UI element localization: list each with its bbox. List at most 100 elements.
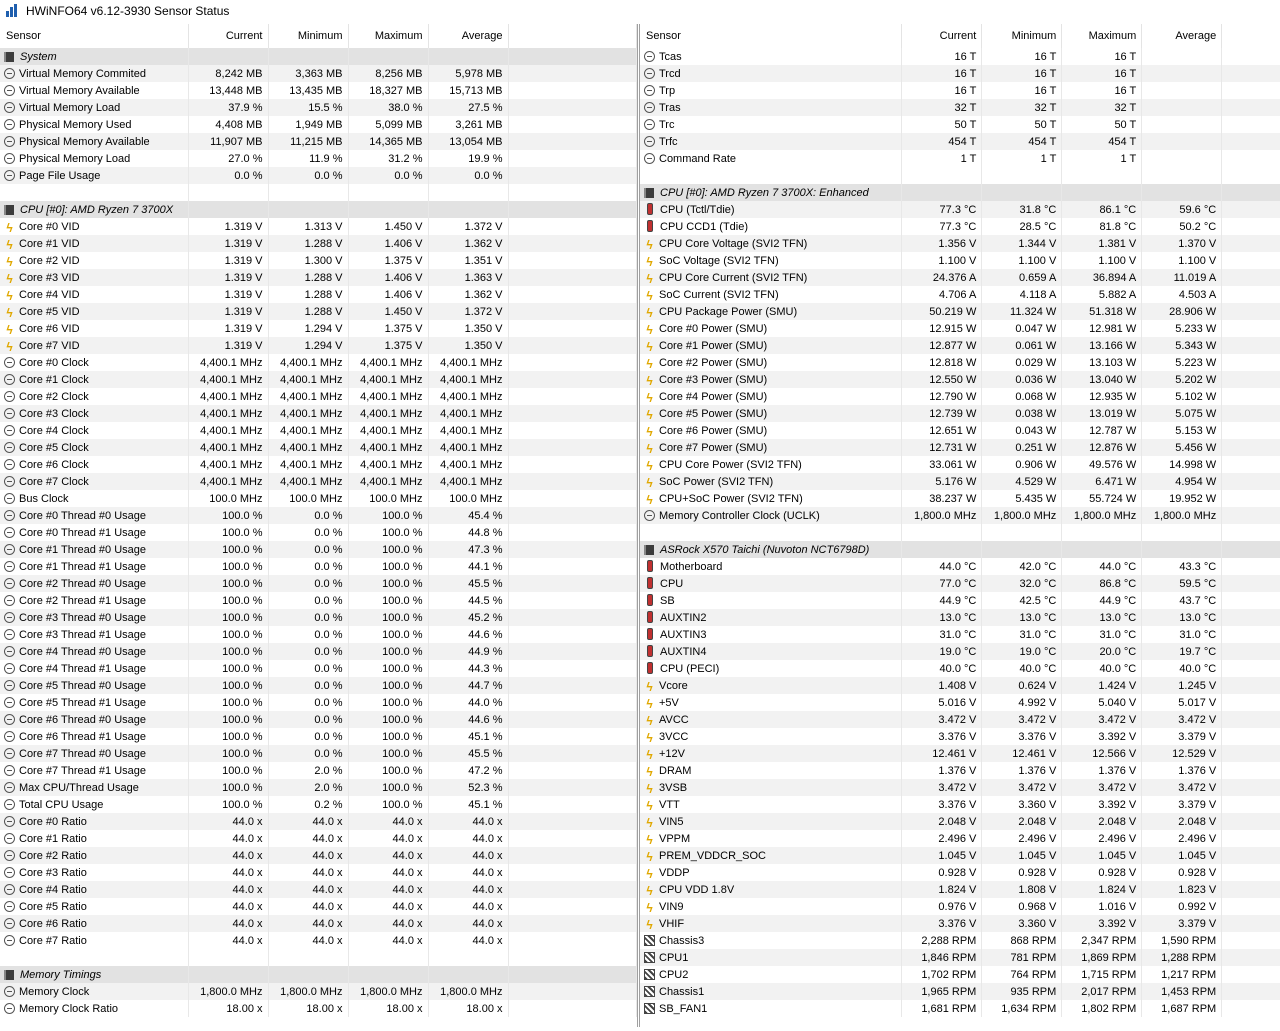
column-header-sensor[interactable]: Sensor xyxy=(0,24,189,48)
sensor-row[interactable]: Trc 50 T 50 T 50 T xyxy=(640,116,1280,133)
sensor-row[interactable]: ϟ PREM_VDDCR_SOC 1.045 V 1.045 V 1.045 V 1.04… xyxy=(640,847,1280,864)
sensor-row[interactable]: ϟ +12V 12.461 V 12.461 V 12.566 V 12.529 V xyxy=(640,745,1280,762)
sensor-row[interactable]: Core #1 Clock 4,400.1 MHz 4,400.1 MHz 4,400… xyxy=(0,371,637,388)
sensor-row[interactable]: Core #2 Clock 4,400.1 MHz 4,400.1 MHz 4,400… xyxy=(0,388,637,405)
sensor-row[interactable]: Virtual Memory Load 37.9 % 15.5 % 38.0 % 27.… xyxy=(0,99,637,116)
sensor-row[interactable]: Core #7 Thread #1 Usage 100.0 % 2.0 % 100.0… xyxy=(0,762,637,779)
sensor-row[interactable]: CPU2 1,702 RPM 764 RPM 1,715 RPM 1,217 RPM xyxy=(640,966,1280,983)
sensor-row[interactable]: Motherboard 44.0 °C 42.0 °C 44.0 °C 43.3 °C xyxy=(640,558,1280,575)
sensor-row[interactable]: AUXTIN3 31.0 °C 31.0 °C 31.0 °C 31.0 °C xyxy=(640,626,1280,643)
sensor-row[interactable]: ϟ Core #2 VID 1.319 V 1.300 V 1.375 V 1.351 V xyxy=(0,252,637,269)
sensor-row[interactable]: ϟ VTT 3.376 V 3.360 V 3.392 V 3.379 V xyxy=(640,796,1280,813)
column-header-current[interactable]: Current xyxy=(188,24,269,48)
sensor-row[interactable]: Core #4 Thread #1 Usage 100.0 % 0.0 % 100.0… xyxy=(0,660,637,677)
sensor-row[interactable]: ϟ VDDP 0.928 V 0.928 V 0.928 V 0.928 V xyxy=(640,864,1280,881)
sensor-row[interactable]: Core #2 Ratio 44.0 x 44.0 x 44.0 x 44.0 x xyxy=(0,847,637,864)
sensor-row[interactable]: Core #5 Ratio 44.0 x 44.0 x 44.0 x 44.0 x xyxy=(0,898,637,915)
sensor-row[interactable]: CPU (Tctl/Tdie) 77.3 °C 31.8 °C 86.1 °C 59.6… xyxy=(640,201,1280,218)
sensor-row[interactable]: Core #1 Thread #1 Usage 100.0 % 0.0 % 100.0… xyxy=(0,558,637,575)
sensor-row[interactable]: ϟ Core #1 VID 1.319 V 1.288 V 1.406 V 1.362 V xyxy=(0,235,637,252)
column-header-maximum[interactable]: Maximum xyxy=(1061,24,1143,48)
sensor-row[interactable]: ϟ DRAM 1.376 V 1.376 V 1.376 V 1.376 V xyxy=(640,762,1280,779)
sensor-row[interactable]: Tras 32 T 32 T 32 T xyxy=(640,99,1280,116)
sensor-row[interactable]: SB 44.9 °C 42.5 °C 44.9 °C 43.7 °C xyxy=(640,592,1280,609)
sensor-row[interactable]: ϟ CPU VDD 1.8V 1.824 V 1.808 V 1.824 V 1.823 … xyxy=(640,881,1280,898)
sensor-pane-left[interactable]: Sensor Current Minimum Maximum Average S… xyxy=(0,24,638,1027)
sensor-row[interactable]: Chassis3 2,288 RPM 868 RPM 2,347 RPM 1,590 R… xyxy=(640,932,1280,949)
sensor-row[interactable]: Bus Clock 100.0 MHz 100.0 MHz 100.0 MHz 100.… xyxy=(0,490,637,507)
sensor-row[interactable]: ϟ VPPM 2.496 V 2.496 V 2.496 V 2.496 V xyxy=(640,830,1280,847)
sensor-row[interactable]: ϟ VIN9 0.976 V 0.968 V 1.016 V 0.992 V xyxy=(640,898,1280,915)
sensor-row[interactable]: Chassis1 1,965 RPM 935 RPM 2,017 RPM 1,453 R… xyxy=(640,983,1280,1000)
sensor-row[interactable]: Core #5 Thread #1 Usage 100.0 % 0.0 % 100.0… xyxy=(0,694,637,711)
sensor-row[interactable]: Trp 16 T 16 T 16 T xyxy=(640,82,1280,99)
sensor-group-row[interactable]: ASRock X570 Taichi (Nuvoton NCT6798D) xyxy=(640,541,1280,558)
sensor-row[interactable]: Trfc 454 T 454 T 454 T xyxy=(640,133,1280,150)
sensor-row[interactable]: ϟ Core #4 Power (SMU) 12.790 W 0.068 W 12.93… xyxy=(640,388,1280,405)
column-header-maximum[interactable]: Maximum xyxy=(348,24,429,48)
sensor-row[interactable]: ϟ Core #7 VID 1.319 V 1.294 V 1.375 V 1.350 V xyxy=(0,337,637,354)
sensor-row[interactable]: Core #0 Ratio 44.0 x 44.0 x 44.0 x 44.0 x xyxy=(0,813,637,830)
sensor-row[interactable]: Core #7 Ratio 44.0 x 44.0 x 44.0 x 44.0 x xyxy=(0,932,637,949)
sensor-row[interactable]: Core #2 Thread #0 Usage 100.0 % 0.0 % 100.0… xyxy=(0,575,637,592)
sensor-row[interactable]: Memory Clock 1,800.0 MHz 1,800.0 MHz 1,800.… xyxy=(0,983,637,1000)
sensor-group-row[interactable]: System xyxy=(0,48,637,65)
sensor-row[interactable]: ϟ AVCC 3.472 V 3.472 V 3.472 V 3.472 V xyxy=(640,711,1280,728)
sensor-row[interactable]: Core #5 Thread #0 Usage 100.0 % 0.0 % 100.0… xyxy=(0,677,637,694)
sensor-row[interactable]: CPU1 1,846 RPM 781 RPM 1,869 RPM 1,288 RPM xyxy=(640,949,1280,966)
sensor-row[interactable]: ϟ CPU Core Voltage (SVI2 TFN) 1.356 V 1.344… xyxy=(640,235,1280,252)
sensor-row[interactable]: ϟ 3VCC 3.376 V 3.376 V 3.392 V 3.379 V xyxy=(640,728,1280,745)
sensor-row[interactable]: Max CPU/Thread Usage 100.0 % 2.0 % 100.0 % 5… xyxy=(0,779,637,796)
sensor-row[interactable]: Virtual Memory Available 13,448 MB 13,435 … xyxy=(0,82,637,99)
sensor-row[interactable]: Core #6 Clock 4,400.1 MHz 4,400.1 MHz 4,400… xyxy=(0,456,637,473)
sensor-row[interactable]: ϟ Core #0 Power (SMU) 12.915 W 0.047 W 12.98… xyxy=(640,320,1280,337)
sensor-row[interactable]: Core #7 Thread #0 Usage 100.0 % 0.0 % 100.0… xyxy=(0,745,637,762)
sensor-row[interactable]: CPU 77.0 °C 32.0 °C 86.8 °C 59.5 °C xyxy=(640,575,1280,592)
sensor-row[interactable]: ϟ +5V 5.016 V 4.992 V 5.040 V 5.017 V xyxy=(640,694,1280,711)
sensor-row[interactable]: Core #6 Thread #1 Usage 100.0 % 0.0 % 100.0… xyxy=(0,728,637,745)
sensor-row[interactable]: Trcd 16 T 16 T 16 T xyxy=(640,65,1280,82)
sensor-group-row[interactable]: CPU [#0]: AMD Ryzen 7 3700X xyxy=(0,201,637,218)
sensor-row[interactable]: ϟ VHIF 3.376 V 3.360 V 3.392 V 3.379 V xyxy=(640,915,1280,932)
column-header-average[interactable]: Average xyxy=(428,24,509,48)
sensor-row[interactable]: Total CPU Usage 100.0 % 0.2 % 100.0 % 45.1 % xyxy=(0,796,637,813)
sensor-row[interactable]: Core #3 Thread #1 Usage 100.0 % 0.0 % 100.0… xyxy=(0,626,637,643)
sensor-row[interactable]: ϟ Core #0 VID 1.319 V 1.313 V 1.450 V 1.372 V xyxy=(0,218,637,235)
sensor-row[interactable]: Core #4 Ratio 44.0 x 44.0 x 44.0 x 44.0 x xyxy=(0,881,637,898)
sensor-row[interactable]: ϟ SoC Current (SVI2 TFN) 4.706 A 4.118 A 5.8… xyxy=(640,286,1280,303)
sensor-row[interactable]: Core #4 Clock 4,400.1 MHz 4,400.1 MHz 4,400… xyxy=(0,422,637,439)
sensor-group-row[interactable]: CPU [#0]: AMD Ryzen 7 3700X: Enhanced xyxy=(640,184,1280,201)
column-header-current[interactable]: Current xyxy=(901,24,983,48)
sensor-row[interactable]: ϟ Core #1 Power (SMU) 12.877 W 0.061 W 13.16… xyxy=(640,337,1280,354)
sensor-row[interactable]: Core #4 Thread #0 Usage 100.0 % 0.0 % 100.0… xyxy=(0,643,637,660)
column-header-minimum[interactable]: Minimum xyxy=(981,24,1063,48)
sensor-row[interactable]: AUXTIN2 13.0 °C 13.0 °C 13.0 °C 13.0 °C xyxy=(640,609,1280,626)
sensor-row[interactable]: Core #3 Clock 4,400.1 MHz 4,400.1 MHz 4,400… xyxy=(0,405,637,422)
sensor-row[interactable]: CPU (PECI) 40.0 °C 40.0 °C 40.0 °C 40.0 °C xyxy=(640,660,1280,677)
sensor-row[interactable]: Tcas 16 T 16 T 16 T xyxy=(640,48,1280,65)
sensor-row[interactable]: AUXTIN4 19.0 °C 19.0 °C 20.0 °C 19.7 °C xyxy=(640,643,1280,660)
sensor-row[interactable]: Core #0 Thread #0 Usage 100.0 % 0.0 % 100.0… xyxy=(0,507,637,524)
column-header-minimum[interactable]: Minimum xyxy=(268,24,349,48)
sensor-row[interactable]: ϟ Vcore 1.408 V 0.624 V 1.424 V 1.245 V xyxy=(640,677,1280,694)
column-header-sensor[interactable]: Sensor xyxy=(640,24,903,48)
sensor-row[interactable]: SB_FAN1 1,681 RPM 1,634 RPM 1,802 RPM 1,687 … xyxy=(640,1000,1280,1017)
sensor-row[interactable]: CPU CCD1 (Tdie) 77.3 °C 28.5 °C 81.8 °C 50.2… xyxy=(640,218,1280,235)
sensor-row[interactable]: ϟ CPU Core Current (SVI2 TFN) 24.376 A 0.65… xyxy=(640,269,1280,286)
sensor-row[interactable]: ϟ Core #3 Power (SMU) 12.550 W 0.036 W 13.04… xyxy=(640,371,1280,388)
sensor-row[interactable]: Memory Controller Clock (UCLK) 1,800.0 MH… xyxy=(640,507,1280,524)
sensor-row[interactable]: Core #1 Ratio 44.0 x 44.0 x 44.0 x 44.0 x xyxy=(0,830,637,847)
sensor-row[interactable]: ϟ VIN5 2.048 V 2.048 V 2.048 V 2.048 V xyxy=(640,813,1280,830)
sensor-row[interactable]: ϟ SoC Power (SVI2 TFN) 5.176 W 4.529 W 6.471… xyxy=(640,473,1280,490)
sensor-row[interactable]: Physical Memory Used 4,408 MB 1,949 MB 5,09… xyxy=(0,116,637,133)
sensor-row[interactable]: ϟ SoC Voltage (SVI2 TFN) 1.100 V 1.100 V 1.1… xyxy=(640,252,1280,269)
sensor-row[interactable]: Core #3 Thread #0 Usage 100.0 % 0.0 % 100.0… xyxy=(0,609,637,626)
sensor-row[interactable]: ϟ Core #3 VID 1.319 V 1.288 V 1.406 V 1.363 V xyxy=(0,269,637,286)
sensor-row[interactable]: Physical Memory Load 27.0 % 11.9 % 31.2 % 19… xyxy=(0,150,637,167)
sensor-row[interactable]: Core #3 Ratio 44.0 x 44.0 x 44.0 x 44.0 x xyxy=(0,864,637,881)
sensor-row[interactable]: Core #5 Clock 4,400.1 MHz 4,400.1 MHz 4,400… xyxy=(0,439,637,456)
column-header-average[interactable]: Average xyxy=(1141,24,1223,48)
sensor-row[interactable]: Core #0 Thread #1 Usage 100.0 % 0.0 % 100.0… xyxy=(0,524,637,541)
sensor-row[interactable]: ϟ Core #2 Power (SMU) 12.818 W 0.029 W 13.10… xyxy=(640,354,1280,371)
sensor-row[interactable]: Physical Memory Available 11,907 MB 11,215… xyxy=(0,133,637,150)
